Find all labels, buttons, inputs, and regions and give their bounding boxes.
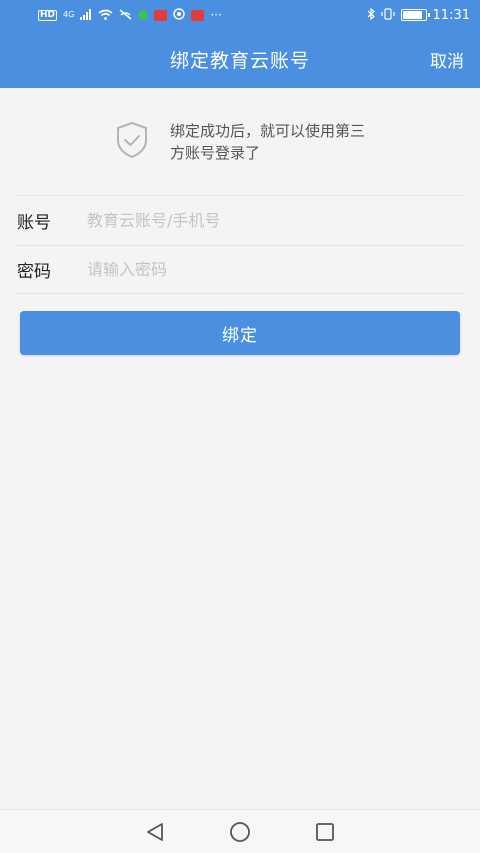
bind-button[interactable]: 绑定 [20, 311, 460, 355]
bind-notice: 绑定成功后，就可以使用第三方账号登录了 [0, 88, 480, 195]
cancel-button[interactable]: 取消 [430, 30, 464, 88]
camera-icon [173, 8, 186, 22]
home-icon[interactable] [225, 817, 255, 847]
page-title: 绑定教育云账号 [169, 49, 310, 72]
no-mic-icon [119, 8, 132, 22]
account-label: 账号 [17, 213, 51, 233]
status-icons-right: 11:31 [367, 8, 470, 23]
signal-icon [80, 8, 92, 22]
network-type-icon: 4G [63, 10, 75, 19]
recents-icon[interactable] [310, 817, 340, 847]
app-icon [191, 9, 205, 21]
status-time: 11:31 [432, 7, 470, 23]
more-icon: ··· [210, 8, 222, 22]
account-input[interactable] [87, 211, 465, 230]
shield-icon [114, 120, 150, 164]
status-bar: HD 4G ··· 11:31 [0, 0, 480, 30]
vibrate-icon [380, 8, 395, 22]
chat-icon [138, 10, 149, 20]
mail-icon [154, 9, 168, 21]
wifi-icon [98, 9, 113, 22]
password-label: 密码 [17, 262, 51, 282]
system-nav-bar [0, 809, 480, 853]
status-icons-left: HD 4G ··· [38, 8, 222, 22]
header-bar: 绑定教育云账号 取消 [0, 30, 480, 88]
back-icon[interactable] [140, 817, 170, 847]
login-form: 账号 密码 [15, 195, 465, 294]
battery-icon [400, 9, 430, 21]
password-input[interactable] [87, 260, 465, 279]
hd-icon: HD [38, 9, 58, 21]
notice-text: 绑定成功后，就可以使用第三方账号登录了 [170, 121, 366, 162]
bluetooth-icon [367, 7, 375, 22]
password-row: 密码 [15, 246, 465, 294]
account-row: 账号 [15, 196, 465, 246]
